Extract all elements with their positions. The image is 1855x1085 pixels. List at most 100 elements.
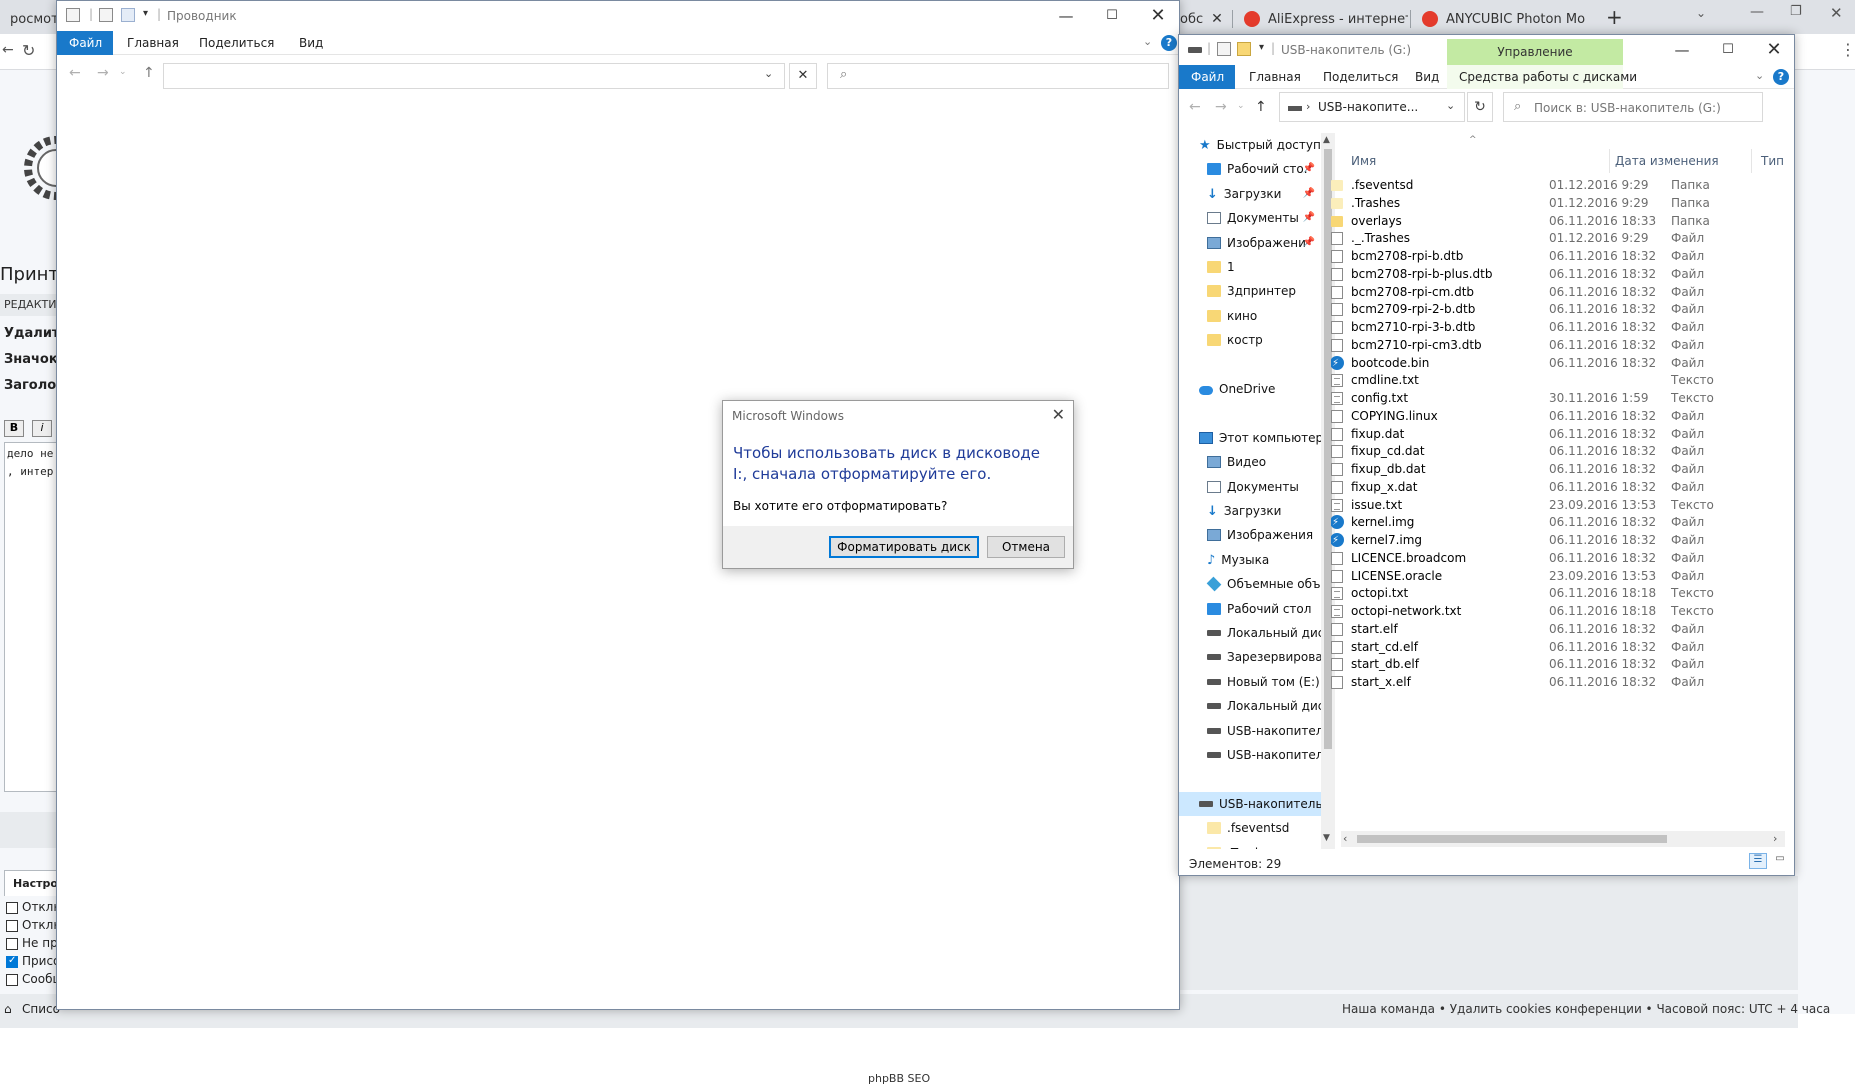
nav-item[interactable]: Новый том (E:)	[1179, 670, 1321, 694]
tab-close-icon[interactable]: ✕	[1585, 11, 1586, 27]
column-header-name[interactable]: Имя	[1351, 149, 1376, 173]
nav-item[interactable]: Объемные объ	[1179, 572, 1321, 596]
bold-button[interactable]: B	[4, 420, 24, 437]
option-checkbox[interactable]	[6, 920, 18, 932]
maximize-icon[interactable]: ☐	[1089, 1, 1135, 31]
italic-button[interactable]: i	[32, 420, 52, 437]
browser-tab-aliexpress[interactable]: AliExpress - интернет ✕	[1234, 4, 1408, 34]
nav-item[interactable]: Этот компьютер	[1179, 426, 1321, 450]
scroll-right-icon[interactable]: ›	[1773, 832, 1777, 845]
column-header-date[interactable]: Дата изменения	[1615, 149, 1719, 173]
nav-item[interactable]: Зарезервирова	[1179, 645, 1321, 669]
large-icons-view-icon[interactable]: ▭	[1771, 853, 1789, 869]
new-folder-icon[interactable]	[121, 8, 135, 22]
forum-message-textarea[interactable]: дело не , интер	[4, 442, 64, 792]
nav-item[interactable]: костр	[1179, 328, 1321, 352]
cancel-button[interactable]: Отмена	[987, 536, 1065, 558]
qa-chevron-down-icon[interactable]: ▾	[1259, 42, 1264, 53]
nav-item[interactable]: Рабочий стол	[1179, 597, 1321, 621]
clear-address-icon[interactable]: ✕	[789, 63, 817, 89]
tab-drive-tools[interactable]: Средства работы с дисками	[1447, 65, 1637, 89]
nav-item[interactable]: кино	[1179, 304, 1321, 328]
close-icon[interactable]: ✕	[1751, 35, 1797, 65]
dialog-close-icon[interactable]: ✕	[1052, 405, 1065, 424]
minimize-icon[interactable]: —	[1043, 1, 1089, 31]
nav-item[interactable]: Изображения	[1179, 523, 1321, 547]
tab-file[interactable]: Файл	[57, 31, 113, 55]
address-bar[interactable]: ⌄	[163, 63, 785, 89]
nav-item[interactable]: .fseventsd	[1179, 816, 1321, 840]
nav-item[interactable]: ↓ Загрузки	[1179, 499, 1321, 523]
file-list-horizontal-scrollbar[interactable]: ‹ ›	[1341, 831, 1785, 847]
nav-item[interactable]: ♪ Музыка	[1179, 548, 1321, 572]
browser-minimize-icon[interactable]: —	[1750, 4, 1764, 20]
nav-item[interactable]: OneDrive	[1179, 377, 1321, 401]
pin-icon[interactable]: 📌	[1303, 182, 1315, 206]
new-tab-button[interactable]: +	[1606, 5, 1623, 29]
pin-icon[interactable]: 📌	[1303, 157, 1315, 181]
nav-item[interactable]: Локальный дис	[1179, 621, 1321, 645]
scroll-up-icon[interactable]: ▲	[1323, 135, 1330, 145]
browser-restore-icon[interactable]: ❐	[1790, 4, 1802, 19]
pin-icon[interactable]: 📌	[1303, 231, 1315, 255]
nav-item[interactable]: USB-накопитель	[1179, 743, 1321, 767]
help-icon[interactable]: ?	[1773, 69, 1789, 85]
search-input[interactable]: ⌕	[827, 63, 1169, 89]
manage-context-tab[interactable]: Управление	[1447, 39, 1623, 65]
forward-icon[interactable]: →	[97, 65, 109, 81]
address-chevron-down-icon[interactable]: ⌄	[1446, 99, 1455, 112]
tab-file[interactable]: Файл	[1179, 65, 1235, 89]
maximize-icon[interactable]: ☐	[1705, 35, 1751, 65]
tab-share[interactable]: Поделиться	[187, 31, 286, 55]
tab-view[interactable]: Вид	[1403, 65, 1451, 89]
pin-icon[interactable]: 📌	[1303, 206, 1315, 230]
format-disk-button[interactable]: Форматировать диск	[829, 536, 979, 558]
recent-chevron-icon[interactable]: ⌄	[1237, 101, 1245, 111]
up-icon[interactable]: ↑	[1255, 99, 1267, 115]
address-chevron-down-icon[interactable]: ⌄	[764, 67, 773, 80]
scroll-down-icon[interactable]: ▼	[1323, 833, 1330, 843]
properties-icon[interactable]	[99, 8, 113, 22]
horizontal-scrollbar-thumb[interactable]	[1357, 835, 1667, 843]
back-icon[interactable]: ←	[69, 65, 81, 81]
nav-item[interactable]: 3дпринтер	[1179, 279, 1321, 303]
nav-item[interactable]: .Trashes	[1179, 841, 1321, 849]
browser-tab-anycubic[interactable]: ANYCUBIC Photon Mo ✕	[1412, 4, 1586, 34]
address-bar[interactable]: › USB-накопите... ⌄	[1279, 92, 1465, 122]
settings-tab[interactable]: Настрой	[4, 870, 66, 896]
refresh-icon[interactable]: ↻	[1467, 92, 1493, 122]
nav-item[interactable]: Видео	[1179, 450, 1321, 474]
column-separator[interactable]	[1609, 149, 1610, 173]
option-checkbox[interactable]	[6, 902, 18, 914]
scroll-left-icon[interactable]: ‹	[1343, 832, 1347, 845]
close-icon[interactable]: ✕	[1135, 1, 1181, 31]
details-view-icon[interactable]: ☰	[1749, 853, 1767, 869]
tab-home[interactable]: Главная	[1237, 65, 1313, 89]
nav-item[interactable]: 1	[1179, 255, 1321, 279]
file-row[interactable]: start_x.elf 06.11.2016 18:32 Файл	[1331, 672, 1786, 693]
tab-share[interactable]: Поделиться	[1311, 65, 1410, 89]
forward-icon[interactable]: →	[1215, 99, 1227, 115]
nav-item[interactable]: Изображени 📌	[1179, 231, 1321, 255]
option-checkbox[interactable]	[6, 974, 18, 986]
column-separator[interactable]	[1751, 149, 1752, 173]
nav-item[interactable]: Документы 📌	[1179, 206, 1321, 230]
help-icon[interactable]: ?	[1161, 35, 1177, 51]
nav-item[interactable]: Рабочий сто. 📌	[1179, 157, 1321, 181]
nav-item[interactable]: ↓ Загрузки 📌	[1179, 182, 1321, 206]
qa-chevron-down-icon[interactable]: ▾	[143, 8, 148, 19]
option-checkbox-checked[interactable]	[6, 955, 18, 968]
nav-item[interactable]: USB-накопитель	[1179, 791, 1321, 816]
new-folder-icon[interactable]	[1237, 42, 1251, 56]
browser-menu-icon[interactable]: ⋮	[1840, 40, 1855, 59]
search-input[interactable]: ⌕ Поиск в: USB-накопитель (G:)	[1503, 92, 1763, 122]
ribbon-expand-chevron-icon[interactable]: ⌄	[1143, 35, 1152, 48]
nav-item[interactable]: USB-накопитель	[1179, 719, 1321, 743]
ribbon-expand-chevron-icon[interactable]: ⌄	[1755, 69, 1764, 82]
browser-close-icon[interactable]: ✕	[1830, 4, 1843, 22]
back-icon[interactable]: ←	[1189, 99, 1201, 115]
browser-back-icon[interactable]: ←	[2, 42, 14, 58]
properties-icon[interactable]	[1217, 42, 1231, 56]
tab-view[interactable]: Вид	[287, 31, 335, 55]
tab-search-chevron-icon[interactable]: ⌄	[1696, 6, 1706, 20]
